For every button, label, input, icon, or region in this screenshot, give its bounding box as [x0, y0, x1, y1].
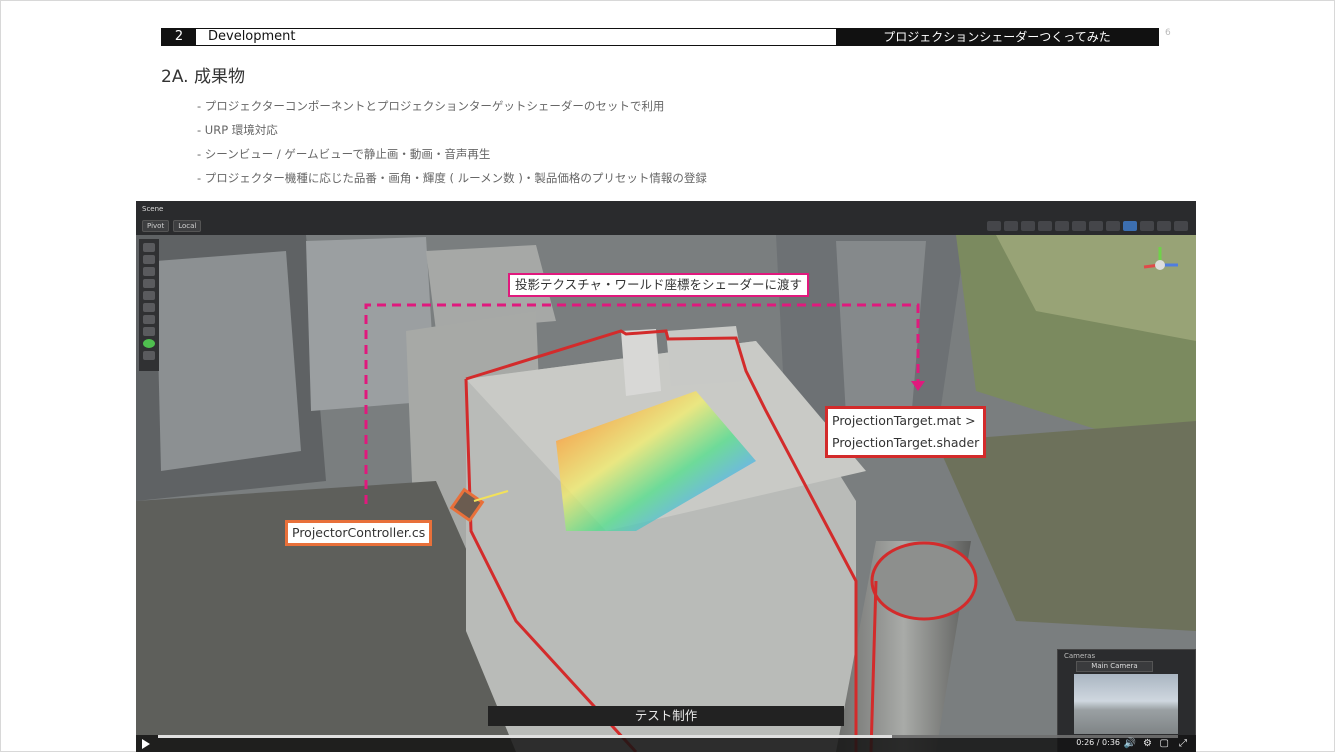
custom-tool-icon[interactable] [143, 327, 155, 336]
handle-options: Pivot Local [142, 220, 202, 232]
section-number: 2 [162, 29, 196, 45]
play-icon[interactable] [142, 739, 150, 749]
audio-icon[interactable] [1106, 221, 1120, 231]
progress-bar[interactable] [158, 735, 1178, 738]
timecode: 0:26 / 0:36 [1076, 738, 1120, 747]
scene-tab[interactable]: Scene [142, 205, 163, 213]
slide-series-title: プロジェクションシェーダーつくってみた [836, 29, 1158, 45]
rotate-icon[interactable] [143, 279, 155, 288]
pivot-dropdown[interactable]: Pivot [142, 220, 170, 232]
scene-toolbar: Scene Pivot Local [136, 201, 1196, 235]
view-tool-icon[interactable] [143, 243, 155, 252]
fullscreen-icon[interactable]: ⤢ [1179, 738, 1187, 749]
video-caption: テスト制作 [488, 706, 844, 726]
gizmos-icon[interactable] [1174, 221, 1188, 231]
camera-preview [1074, 674, 1178, 734]
scene-view-options [987, 221, 1188, 231]
slide-header: 2 Development プロジェクションシェーダーつくってみた [161, 28, 1159, 46]
material-name: ProjectionTarget.mat > [832, 413, 976, 428]
visibility-icon[interactable] [1140, 221, 1154, 231]
move-icon[interactable] [143, 267, 155, 276]
projector-controller-label: ProjectorController.cs [285, 520, 433, 546]
local-dropdown[interactable]: Local [173, 220, 202, 232]
draw-mode-icon[interactable] [1055, 221, 1069, 231]
camera-select[interactable]: Main Camera [1076, 661, 1153, 672]
volume-icon[interactable]: 🔊 [1124, 738, 1136, 749]
lighting-icon[interactable] [1089, 221, 1103, 231]
projection-target-label: ProjectionTarget.mat > ProjectionTarget.… [825, 406, 987, 458]
section-title: Development [208, 29, 296, 44]
cameras-title: Cameras [1064, 652, 1096, 660]
effects-icon[interactable] [1123, 221, 1137, 231]
shading-icon[interactable] [1021, 221, 1035, 231]
list-item: - プロジェクター機種に応じた品番・画角・輝度 ( ルーメン数 )・製品価格のプ… [197, 171, 707, 185]
more-tools-icon[interactable] [143, 351, 155, 360]
rect-tool-icon[interactable] [143, 303, 155, 312]
page-number: 6 [1165, 28, 1171, 38]
texture-pass-label: 投影テクスチャ・ワールド座標をシェーダーに渡す [508, 273, 810, 297]
camera-icon[interactable] [1157, 221, 1171, 231]
shader-name: ProjectionTarget.shader [832, 435, 980, 450]
list-item: - プロジェクターコンポーネントとプロジェクションターゲットシェーダーのセットで… [197, 99, 665, 113]
page-title: 2A. 成果物 [161, 67, 245, 87]
shading-icon[interactable] [1038, 221, 1052, 231]
scale-icon[interactable] [143, 291, 155, 300]
list-item: - シーンビュー / ゲームビューで静止画・動画・音声再生 [197, 147, 491, 161]
progress-fill [158, 735, 893, 738]
list-item: - URP 環境対応 [197, 123, 278, 137]
shading-icon[interactable] [987, 221, 1001, 231]
feature-list: - プロジェクターコンポーネントとプロジェクションターゲットシェーダーのセットで… [197, 97, 707, 193]
scene-tools-panel [139, 239, 159, 371]
2d-toggle-icon[interactable] [1072, 221, 1086, 231]
transform-icon[interactable] [143, 315, 155, 324]
settings-icon[interactable]: ⚙ [1143, 738, 1152, 749]
orientation-gizmo-icon[interactable] [1138, 243, 1182, 287]
hand-icon[interactable] [143, 255, 155, 264]
component-tool-icon[interactable] [143, 339, 155, 348]
demo-video[interactable]: Scene Pivot Local 投影テクスチャ・ワールド座標をシェーダーに渡… [136, 201, 1196, 752]
video-player-controls: 0:26 / 0:36 🔊 ⚙ ▢ ⤢ [136, 735, 1196, 752]
pip-icon[interactable]: ▢ [1160, 738, 1169, 749]
shading-icon[interactable] [1004, 221, 1018, 231]
